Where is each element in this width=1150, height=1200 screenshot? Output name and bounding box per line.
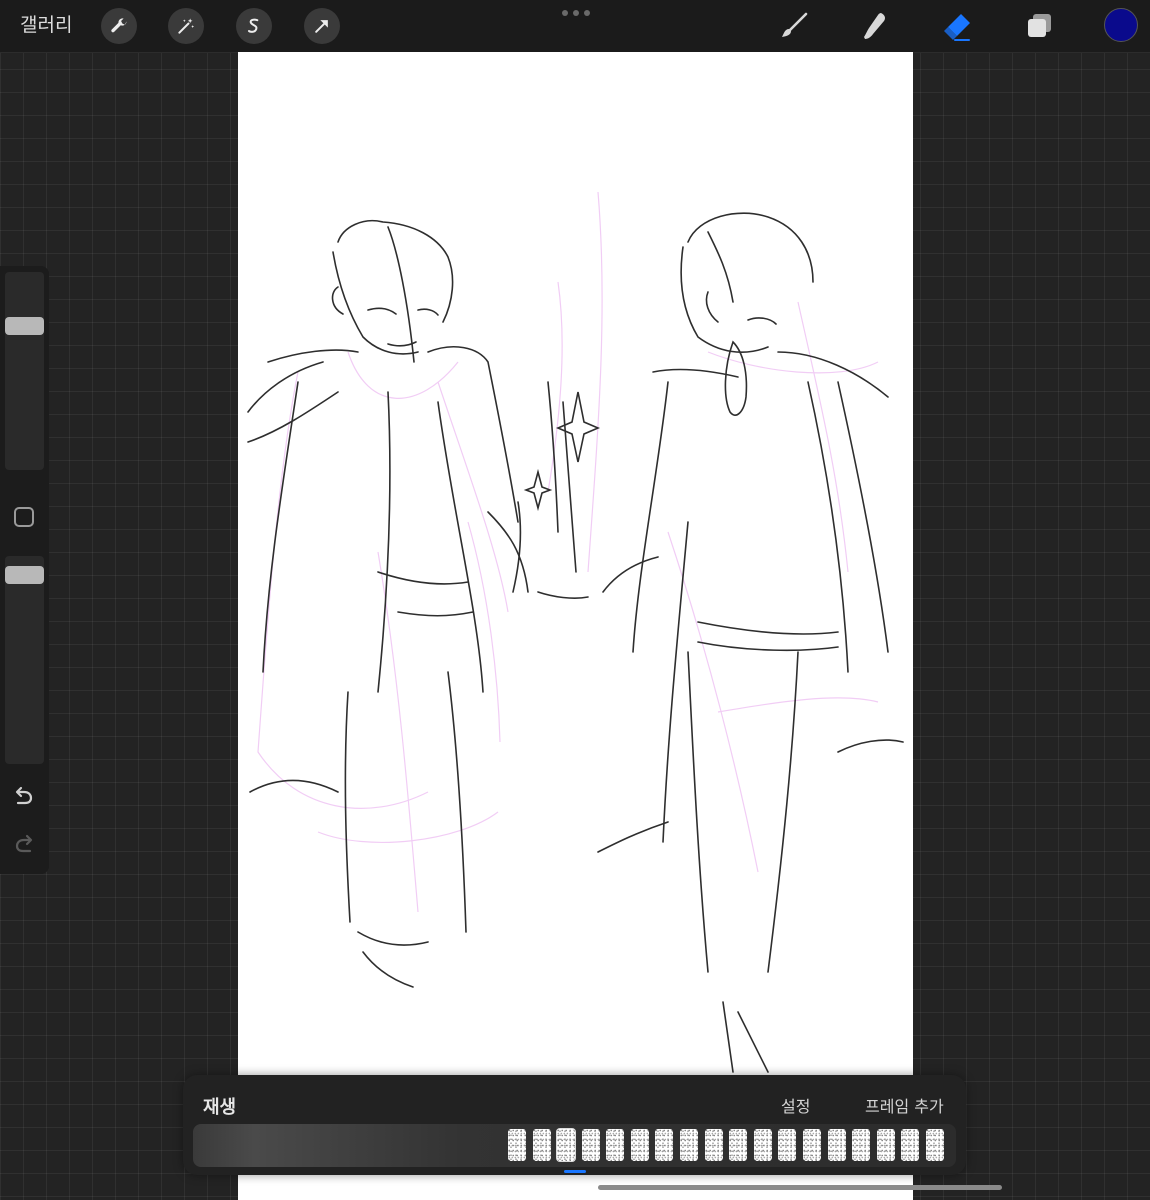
frame-thumbnail[interactable]	[557, 1129, 576, 1161]
add-frame-button[interactable]: 프레임 추가	[865, 1093, 944, 1117]
frame-thumbnail[interactable]	[926, 1129, 944, 1161]
eraser-tool-button[interactable]	[939, 8, 975, 44]
gallery-button[interactable]: 갤러리	[20, 12, 72, 38]
frame-thumbnail[interactable]	[901, 1129, 920, 1161]
frame-thumbnail[interactable]	[532, 1129, 551, 1161]
selection-button[interactable]	[236, 8, 272, 44]
frame-list	[507, 1129, 944, 1161]
frame-thumbnail[interactable]	[827, 1129, 846, 1161]
brush-size-slider[interactable]	[5, 272, 44, 470]
drawing-canvas[interactable]	[238, 52, 913, 1200]
actions-button[interactable]	[101, 8, 137, 44]
redo-button[interactable]	[10, 830, 38, 858]
opacity-slider-thumb[interactable]	[5, 565, 44, 584]
frame-thumbnail[interactable]	[753, 1129, 772, 1161]
frame-thumbnail[interactable]	[655, 1129, 674, 1161]
adjustments-button[interactable]	[168, 8, 204, 44]
transform-arrow-icon	[315, 20, 328, 33]
frame-thumbnail[interactable]	[704, 1129, 723, 1161]
modify-button[interactable]	[14, 507, 34, 527]
paint-tool-button[interactable]	[776, 8, 812, 44]
eraser-icon	[944, 14, 970, 41]
magic-wand-icon	[178, 18, 195, 34]
frame-thumbnail[interactable]	[729, 1129, 748, 1161]
settings-button[interactable]: 설정	[781, 1093, 810, 1117]
frame-thumbnail[interactable]	[507, 1129, 526, 1161]
brush-icon	[782, 12, 808, 37]
undo-button[interactable]	[10, 782, 38, 810]
smudge-tool-button[interactable]	[857, 8, 893, 44]
frame-thumbnail[interactable]	[852, 1129, 871, 1161]
horizontal-scrollbar[interactable]	[598, 1185, 1002, 1190]
transform-button[interactable]	[304, 8, 340, 44]
top-toolbar: 갤러리	[0, 0, 1150, 53]
frame-thumbnail[interactable]	[778, 1129, 797, 1161]
wrench-icon	[111, 18, 127, 33]
sketch-artwork	[247, 191, 904, 1073]
frame-thumbnail[interactable]	[680, 1129, 699, 1161]
frame-timeline[interactable]	[193, 1124, 956, 1167]
frame-thumbnail[interactable]	[630, 1129, 649, 1161]
left-sidebar	[0, 266, 49, 874]
frame-thumbnail[interactable]	[606, 1129, 625, 1161]
layers-button[interactable]	[1022, 8, 1058, 44]
color-picker-button[interactable]	[1104, 8, 1138, 42]
play-button[interactable]: 재생	[203, 1093, 236, 1119]
frame-thumbnail[interactable]	[876, 1129, 895, 1161]
frame-thumbnail[interactable]	[803, 1129, 822, 1161]
toolbar-grip[interactable]	[562, 10, 590, 18]
animation-assist-panel: 재생 설정 프레임 추가	[183, 1075, 966, 1175]
frame-thumbnail[interactable]	[581, 1129, 600, 1161]
smudge-icon	[864, 13, 885, 39]
current-frame-indicator	[564, 1170, 586, 1173]
opacity-slider[interactable]	[5, 556, 44, 764]
layers-icon	[1028, 14, 1051, 37]
selection-s-icon	[248, 18, 259, 33]
brush-size-slider-thumb[interactable]	[5, 317, 44, 335]
